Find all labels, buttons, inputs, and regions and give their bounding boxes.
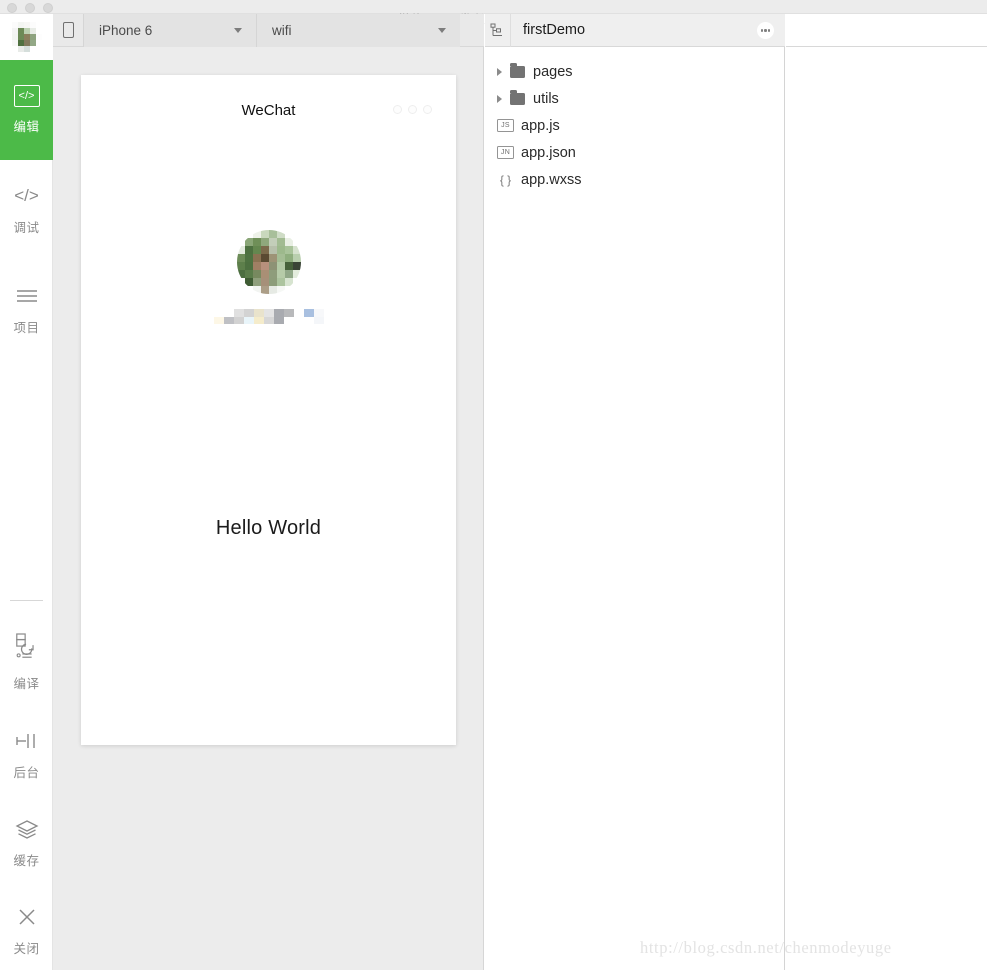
layers-cache-icon [14, 817, 40, 841]
chevron-down-icon [234, 27, 242, 33]
file-tree-header: firstDemo [485, 13, 785, 47]
code-brackets-icon: </> [14, 186, 39, 205]
network-select[interactable]: wifi [256, 13, 460, 47]
folder-icon [510, 89, 525, 105]
tree-row-label: app.js [521, 117, 560, 134]
phone-navbar: WeChat [81, 75, 456, 139]
refresh-compile-icon [14, 630, 40, 664]
username [213, 309, 324, 324]
tree-row-label: utils [533, 90, 559, 107]
tree-row-label: app.wxss [521, 171, 582, 188]
phone-nav-title: WeChat [241, 101, 296, 119]
background-switch-icon [14, 729, 40, 753]
tree-row-file-app-json[interactable]: JN app.json [485, 139, 784, 166]
hello-world-text: Hello World [215, 517, 322, 539]
chevron-right-icon[interactable] [497, 67, 510, 76]
phone-screen: WeChat Hello World [81, 75, 456, 745]
sidebar-logo [0, 14, 53, 60]
folder-icon [510, 62, 525, 78]
title-bar [0, 0, 987, 14]
tree-row-file-app-wxss[interactable]: { } app.wxss [485, 166, 784, 193]
sidebar-item-label: 后台 [13, 766, 40, 780]
sidebar-item-debug[interactable]: </> 调试 [0, 160, 53, 260]
sidebar-item-label: 关闭 [13, 942, 40, 956]
sidebar-item-close[interactable]: 关闭 [0, 887, 53, 970]
file-tree-panel: firstDemo pages utils JS app.js JN app.j… [485, 13, 785, 970]
zoom-window-button[interactable] [43, 3, 53, 13]
tree-row-folder-pages[interactable]: pages [485, 58, 784, 85]
editor-tab-bar[interactable] [786, 14, 987, 47]
chevron-down-icon [438, 27, 446, 33]
device-select-value: iPhone 6 [99, 22, 153, 38]
sidebar-item-label: 编辑 [13, 120, 40, 134]
tree-row-file-app-js[interactable]: JS app.js [485, 112, 784, 139]
chevron-right-icon[interactable] [497, 94, 510, 103]
sidebar-item-cache[interactable]: 缓存 [0, 799, 53, 887]
json-file-icon: JN [497, 146, 514, 159]
tree-row-folder-utils[interactable]: utils [485, 85, 784, 112]
sidebar-item-project[interactable]: 项目 [0, 260, 53, 360]
project-name: firstDemo [523, 22, 586, 38]
sidebar-item-label: 项目 [13, 321, 40, 335]
avatar [236, 230, 301, 294]
device-select[interactable]: iPhone 6 [83, 13, 256, 47]
minimize-window-button[interactable] [25, 3, 35, 13]
network-select-value: wifi [272, 22, 292, 38]
phone-outline-icon[interactable] [53, 14, 83, 47]
more-ellipsis-icon[interactable] [757, 22, 774, 39]
simulator-toolbar: iPhone 6 wifi [53, 13, 484, 47]
simulator-panel: iPhone 6 wifi WeChat Hello World [53, 13, 484, 970]
sidebar-item-label: 调试 [13, 221, 40, 235]
user-profile-block [81, 230, 456, 324]
window-controls [7, 3, 53, 13]
js-file-icon: JS [497, 119, 514, 132]
close-window-button[interactable] [7, 3, 17, 13]
sidebar-item-label: 缓存 [13, 854, 40, 868]
sidebar-item-background[interactable]: 后台 [0, 711, 53, 799]
editor-panel [786, 14, 987, 970]
hierarchy-tree-icon [485, 13, 511, 47]
app-window: 微信web开发者工具 v0.11.122100 </> 编辑 </> 调试 [0, 0, 987, 970]
sidebar-divider [9, 600, 43, 601]
three-dots-circles-icon[interactable] [393, 105, 432, 114]
tree-row-label: app.json [521, 144, 576, 161]
close-x-icon [14, 905, 40, 929]
hamburger-lines-icon [14, 284, 40, 308]
app-thumbnail-icon [11, 22, 42, 52]
sidebar-item-edit[interactable]: </> 编辑 [0, 60, 53, 160]
left-sidebar: </> 编辑 </> 调试 项目 编译 后台 缓存 关闭 [0, 14, 53, 970]
sidebar-item-label: 编译 [13, 677, 40, 691]
wxss-file-icon: { } [499, 172, 512, 187]
sidebar-item-compile[interactable]: 编译 [0, 611, 53, 711]
file-tree-list: pages utils JS app.js JN app.json { } ap… [485, 47, 784, 193]
code-brackets-icon: </> [13, 85, 40, 107]
tree-row-label: pages [533, 63, 573, 80]
